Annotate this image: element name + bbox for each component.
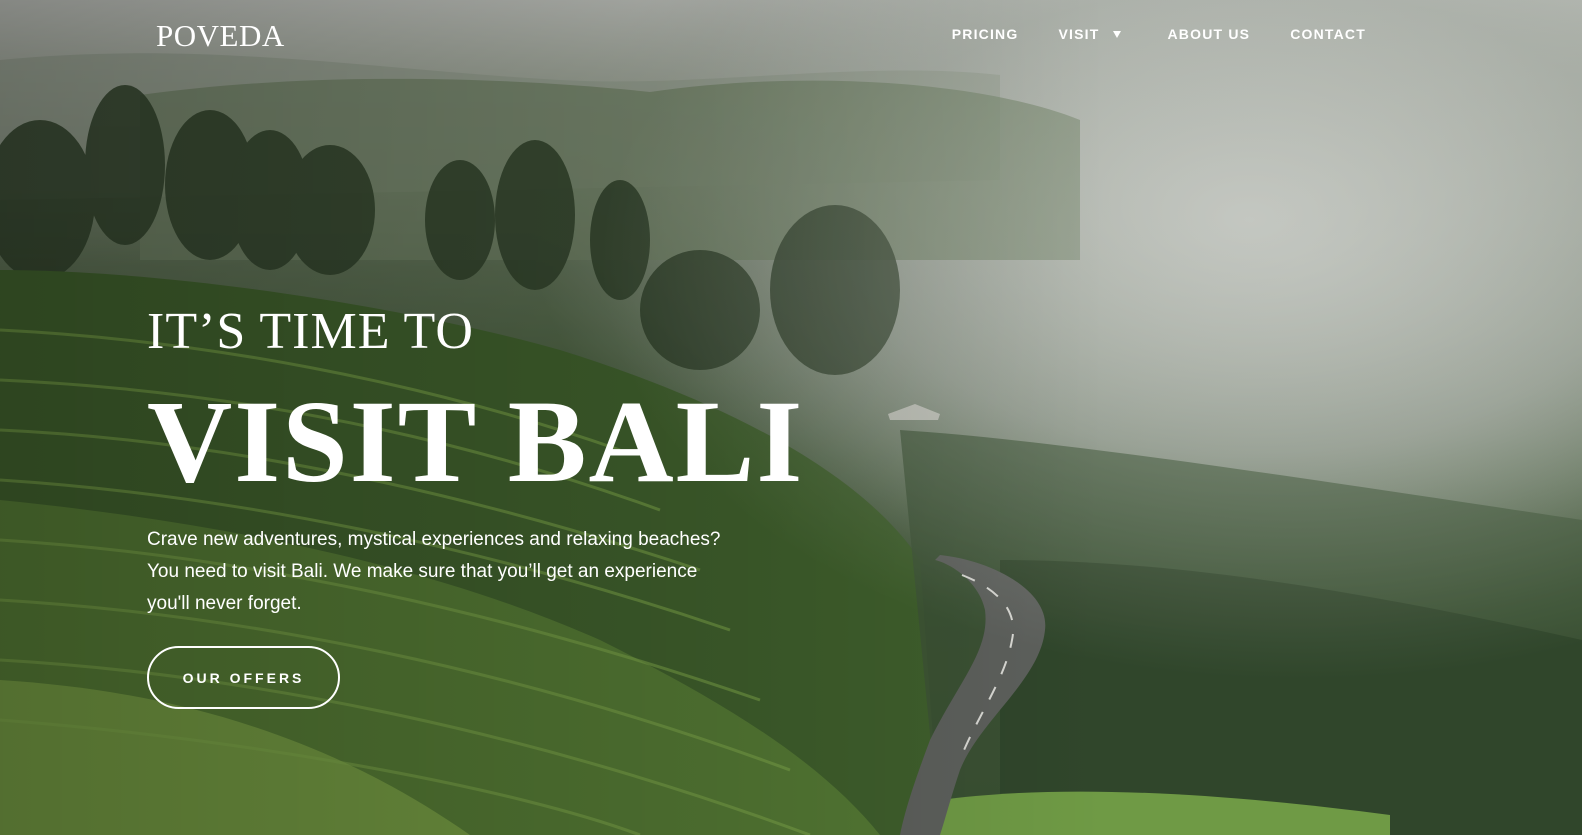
chevron-down-icon[interactable] xyxy=(1113,30,1122,38)
hero-kicker: IT’S TIME TO xyxy=(147,303,474,360)
hero-content: IT’S TIME TO VISIT BALI Crave new advent… xyxy=(147,300,907,709)
nav-item-about-us[interactable]: ABOUT US xyxy=(1167,26,1250,42)
nav-item-visit-label: VISIT xyxy=(1058,26,1100,42)
nav-item-pricing[interactable]: PRICING xyxy=(952,26,1019,42)
brand-logo[interactable]: POVEDA xyxy=(156,18,285,54)
our-offers-button[interactable]: OUR OFFERS xyxy=(147,646,340,709)
nav-item-contact[interactable]: CONTACT xyxy=(1290,26,1366,42)
hero-headline: VISIT BALI xyxy=(147,376,805,507)
main-nav: PRICING VISIT ABOUT US CONTACT xyxy=(952,26,1366,42)
top-navigation-bar: POVEDA PRICING VISIT ABOUT US CONTACT xyxy=(0,0,1582,72)
nav-item-visit[interactable]: VISIT xyxy=(1058,26,1122,42)
hero-description: Crave new adventures, mystical experienc… xyxy=(147,529,721,614)
